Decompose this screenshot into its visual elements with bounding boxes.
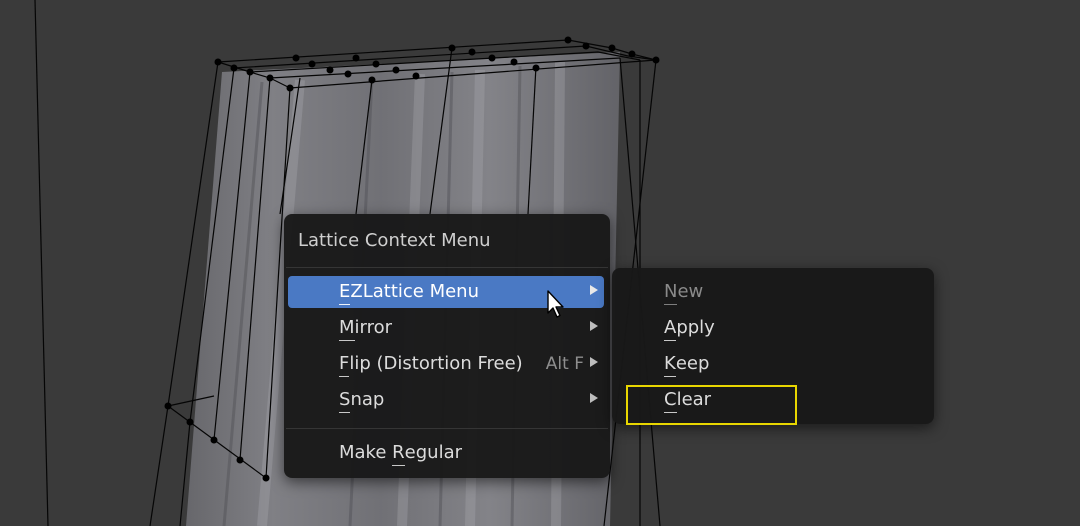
menu-item-snap[interactable]: Snap bbox=[288, 384, 604, 416]
highlight-box-clear bbox=[626, 385, 797, 425]
submenu-item-apply[interactable]: Apply bbox=[616, 312, 928, 344]
submenu-item-keep[interactable]: Keep bbox=[616, 348, 928, 380]
submenu-item-new[interactable]: New bbox=[616, 276, 928, 308]
menu-item-label: Mirror bbox=[339, 317, 393, 338]
shortcut-hint: Alt F bbox=[545, 354, 584, 374]
menu-item-label: Flip (Distortion Free) bbox=[339, 353, 523, 374]
submenu-item-label: Keep bbox=[664, 353, 710, 374]
menu-item-label: Snap bbox=[339, 389, 385, 410]
menu-item-label: Make Regular bbox=[339, 442, 462, 463]
menu-item-flip-distortion-free[interactable]: Flip (Distortion Free) Alt F bbox=[288, 348, 604, 380]
menu-separator bbox=[286, 428, 608, 429]
mouse-cursor-icon bbox=[547, 290, 564, 318]
menu-separator bbox=[286, 267, 608, 268]
menu-title: Lattice Context Menu bbox=[298, 230, 491, 251]
menu-item-label: EZLattice Menu bbox=[339, 281, 479, 302]
submenu-arrow-icon bbox=[590, 393, 598, 403]
submenu-arrow-icon bbox=[590, 321, 598, 331]
submenu-arrow-icon bbox=[590, 357, 598, 367]
menu-item-make-regular[interactable]: Make Regular bbox=[288, 437, 604, 469]
submenu-item-label: New bbox=[664, 281, 704, 302]
submenu-arrow-icon bbox=[590, 285, 598, 295]
lattice-context-menu: Lattice Context Menu EZLattice Menu Mirr… bbox=[284, 214, 610, 478]
submenu-item-label: Apply bbox=[664, 317, 715, 338]
